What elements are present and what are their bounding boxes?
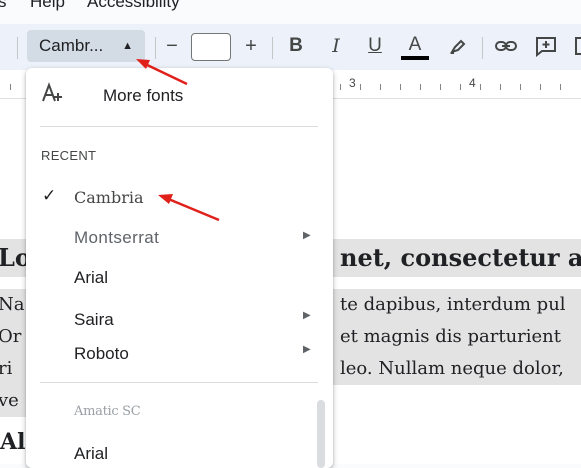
menu-accessibility[interactable]: Accessibility xyxy=(87,0,180,12)
more-fonts-label: More fonts xyxy=(103,86,184,105)
menu-divider xyxy=(40,126,318,127)
ruler-tick xyxy=(460,84,461,90)
submenu-arrow-icon: ▶ xyxy=(303,310,311,321)
line-text-right: et magnis dis parturient xyxy=(340,326,562,347)
line-text-left: ve xyxy=(0,390,19,411)
font-option-label: Amatic SC xyxy=(74,404,141,419)
font-option-label: Montserrat xyxy=(74,228,160,247)
caret-up-icon: ▲ xyxy=(122,40,133,52)
bold-button[interactable]: B xyxy=(282,32,310,60)
ruler-tick xyxy=(420,84,421,90)
menu-bar: s Help Accessibility xyxy=(0,0,581,12)
font-family-value: Cambr... xyxy=(39,36,104,55)
menu-item-partial[interactable]: s xyxy=(0,0,7,12)
menu-help[interactable]: Help xyxy=(30,0,65,12)
ruler-tick xyxy=(480,84,481,90)
font-option-montserrat[interactable]: Montserrat ▶ xyxy=(26,222,333,252)
text-color-button[interactable]: A xyxy=(401,32,429,60)
menu-divider xyxy=(40,382,318,383)
font-option-label: Arial xyxy=(74,268,109,287)
insert-link-icon[interactable] xyxy=(492,32,520,60)
line-text-left: Or xyxy=(0,326,22,347)
add-font-icon xyxy=(40,82,64,109)
text-color-letter: A xyxy=(408,34,422,55)
more-fonts-item[interactable]: More fonts xyxy=(26,80,333,110)
ruler-tick xyxy=(440,84,441,90)
font-option-cambria[interactable]: ✓ Cambria xyxy=(26,182,333,212)
font-size-input[interactable] xyxy=(191,33,231,61)
recent-section-label: RECENT xyxy=(41,148,97,163)
font-menu: More fonts RECENT ✓ Cambria Montserrat ▶… xyxy=(26,68,333,468)
insert-image-icon[interactable] xyxy=(566,32,581,60)
ruler-tick xyxy=(10,84,11,90)
font-option-label: Cambria xyxy=(74,188,144,207)
ruler-tick xyxy=(560,84,561,90)
ruler-tick xyxy=(500,84,501,90)
decrease-font-size-button[interactable]: − xyxy=(158,32,186,60)
line-text-right: te dapibus, interdum pul xyxy=(340,294,566,315)
toolbar-divider xyxy=(482,37,483,59)
ruler-tick xyxy=(520,84,521,90)
toolbar-divider xyxy=(17,37,18,59)
font-family-select[interactable]: Cambr... ▲ xyxy=(27,30,145,62)
ruler-tick xyxy=(540,84,541,90)
increase-font-size-button[interactable]: + xyxy=(237,32,265,60)
ruler-tick xyxy=(340,84,341,90)
line-text-left: ri xyxy=(0,358,13,379)
ruler-number: 4 xyxy=(469,76,476,90)
ruler-tick xyxy=(360,84,361,90)
italic-button[interactable]: I xyxy=(322,32,350,60)
toolbar-divider xyxy=(155,37,156,59)
font-option-label: Saira xyxy=(74,310,114,329)
submenu-arrow-icon: ▶ xyxy=(303,344,311,355)
ruler-number: 3 xyxy=(349,76,356,90)
heading-text-right: net, consectetur ac xyxy=(340,243,581,272)
font-option-label: Arial xyxy=(74,444,109,463)
line-text-right: leo. Nullam neque dolor, xyxy=(340,358,564,379)
font-option-saira[interactable]: Saira ▶ xyxy=(26,304,333,334)
font-option-label: Roboto xyxy=(74,344,129,363)
highlight-pen-icon[interactable] xyxy=(444,32,472,60)
toolbar-divider xyxy=(272,37,273,59)
text-color-bar xyxy=(401,56,429,60)
underline-button[interactable]: U xyxy=(361,32,389,60)
ruler-tick xyxy=(380,84,381,90)
menu-scrollbar[interactable] xyxy=(317,400,325,468)
line-text-left: Na xyxy=(0,294,25,315)
ruler-tick xyxy=(400,84,401,90)
submenu-arrow-icon: ▶ xyxy=(303,230,311,241)
font-option-arial[interactable]: Arial xyxy=(26,262,333,292)
font-option-amatic-sc[interactable]: Amatic SC xyxy=(26,398,333,428)
checkmark-icon: ✓ xyxy=(42,186,57,205)
font-option-roboto[interactable]: Roboto ▶ xyxy=(26,338,333,368)
add-comment-icon[interactable] xyxy=(532,32,560,60)
toolbar: Cambr... ▲ − + B I U A xyxy=(0,24,581,70)
